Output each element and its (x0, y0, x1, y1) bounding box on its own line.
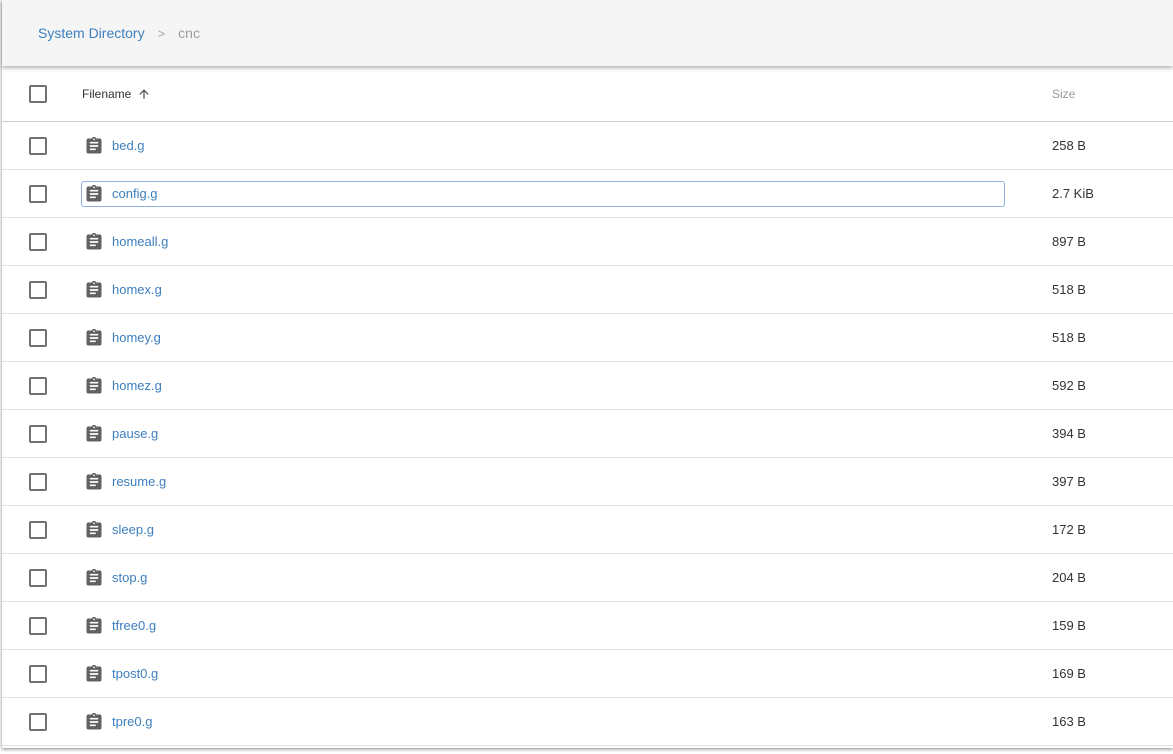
file-size: 258 B (1052, 138, 1086, 153)
file-name-cell[interactable]: bed.g (82, 134, 145, 158)
breadcrumb-separator: > (157, 25, 166, 41)
table-row[interactable]: tpost0.g 169 B (2, 650, 1173, 698)
file-name-link[interactable]: sleep.g (112, 522, 154, 537)
file-document-icon (86, 472, 102, 489)
file-name-cell[interactable]: homeall.g (82, 230, 168, 254)
file-name-link[interactable]: stop.g (112, 570, 147, 585)
table-row[interactable]: homez.g 592 B (2, 362, 1173, 410)
row-checkbox[interactable] (29, 424, 47, 443)
file-name-cell[interactable]: config.g (81, 180, 1005, 207)
file-name-cell[interactable]: pause.g (82, 422, 158, 446)
table-row[interactable]: stop.g 204 B (2, 554, 1173, 602)
table-row[interactable]: config.g 2.7 KiB (2, 170, 1173, 218)
file-document-icon (86, 712, 102, 729)
row-checkbox[interactable] (29, 280, 47, 299)
file-name-cell[interactable]: homez.g (82, 374, 162, 398)
table-row[interactable]: pause.g 394 B (2, 410, 1173, 458)
table-row[interactable]: homeall.g 897 B (2, 218, 1173, 266)
table-body: bed.g 258 B config.g 2.7 KiB homeall.g 8… (2, 122, 1173, 746)
file-name-cell[interactable]: sleep.g (82, 518, 154, 542)
file-size: 172 B (1052, 522, 1086, 537)
row-checkbox[interactable] (29, 664, 47, 683)
table-row[interactable]: bed.g 258 B (2, 122, 1173, 170)
table-header: Filename Size (2, 66, 1173, 122)
file-size: 518 B (1052, 330, 1086, 345)
file-document-icon (86, 568, 102, 585)
file-name-link[interactable]: tpost0.g (112, 666, 158, 681)
row-checkbox[interactable] (29, 136, 47, 155)
file-size: 159 B (1052, 618, 1086, 633)
file-name-link[interactable]: homex.g (112, 282, 162, 297)
file-document-icon (86, 280, 102, 297)
file-name-cell[interactable]: tpre0.g (82, 710, 152, 734)
file-size: 163 B (1052, 714, 1086, 729)
table-row[interactable]: homey.g 518 B (2, 314, 1173, 362)
file-name-cell[interactable]: homey.g (82, 326, 161, 350)
table-row[interactable]: sleep.g 172 B (2, 506, 1173, 554)
file-name-link[interactable]: bed.g (112, 138, 145, 153)
file-document-icon (86, 424, 102, 441)
file-browser: System Directory > cnc Filename Size bed… (2, 0, 1173, 748)
file-document-icon (86, 232, 102, 249)
file-name-cell[interactable]: resume.g (82, 470, 166, 494)
breadcrumb-system-directory[interactable]: System Directory (38, 25, 145, 41)
file-name-link[interactable]: homey.g (112, 330, 161, 345)
row-checkbox[interactable] (29, 712, 47, 731)
row-checkbox[interactable] (29, 616, 47, 635)
file-document-icon (86, 664, 102, 681)
file-size: 169 B (1052, 666, 1086, 681)
table-row[interactable]: homex.g 518 B (2, 266, 1173, 314)
file-name-link[interactable]: config.g (112, 186, 158, 201)
file-document-icon (86, 376, 102, 393)
breadcrumb: System Directory > cnc (2, 0, 1173, 66)
column-header-filename-label: Filename (82, 86, 132, 101)
file-name-cell[interactable]: homex.g (82, 278, 162, 302)
file-name-link[interactable]: homeall.g (112, 234, 168, 249)
breadcrumb-current: cnc (178, 25, 200, 41)
column-header-filename[interactable]: Filename (82, 87, 151, 101)
table-row[interactable]: tpre0.g 163 B (2, 698, 1173, 746)
file-size: 518 B (1052, 282, 1086, 297)
file-size: 897 B (1052, 234, 1086, 249)
row-checkbox[interactable] (29, 568, 47, 587)
file-size: 204 B (1052, 570, 1086, 585)
file-size: 592 B (1052, 378, 1086, 393)
select-all-checkbox[interactable] (29, 84, 47, 103)
row-checkbox[interactable] (29, 520, 47, 539)
row-checkbox[interactable] (29, 184, 47, 203)
file-name-link[interactable]: tfree0.g (112, 618, 156, 633)
column-header-size[interactable]: Size (1052, 87, 1075, 101)
file-name-link[interactable]: homez.g (112, 378, 162, 393)
row-checkbox[interactable] (29, 232, 47, 251)
file-name-link[interactable]: pause.g (112, 426, 158, 441)
file-name-link[interactable]: tpre0.g (112, 714, 152, 729)
sort-ascending-icon (139, 88, 150, 99)
file-size: 397 B (1052, 474, 1086, 489)
file-size: 2.7 KiB (1052, 186, 1094, 201)
file-document-icon (86, 184, 102, 201)
file-size: 394 B (1052, 426, 1086, 441)
file-name-cell[interactable]: stop.g (82, 566, 147, 590)
table-row[interactable]: resume.g 397 B (2, 458, 1173, 506)
table-row[interactable]: tfree0.g 159 B (2, 602, 1173, 650)
row-checkbox[interactable] (29, 472, 47, 491)
row-checkbox[interactable] (29, 328, 47, 347)
file-document-icon (86, 520, 102, 537)
file-name-cell[interactable]: tpost0.g (82, 662, 158, 686)
file-name-cell[interactable]: tfree0.g (82, 614, 156, 638)
row-checkbox[interactable] (29, 376, 47, 395)
file-name-link[interactable]: resume.g (112, 474, 166, 489)
file-document-icon (86, 616, 102, 633)
file-document-icon (86, 136, 102, 153)
file-document-icon (86, 328, 102, 345)
